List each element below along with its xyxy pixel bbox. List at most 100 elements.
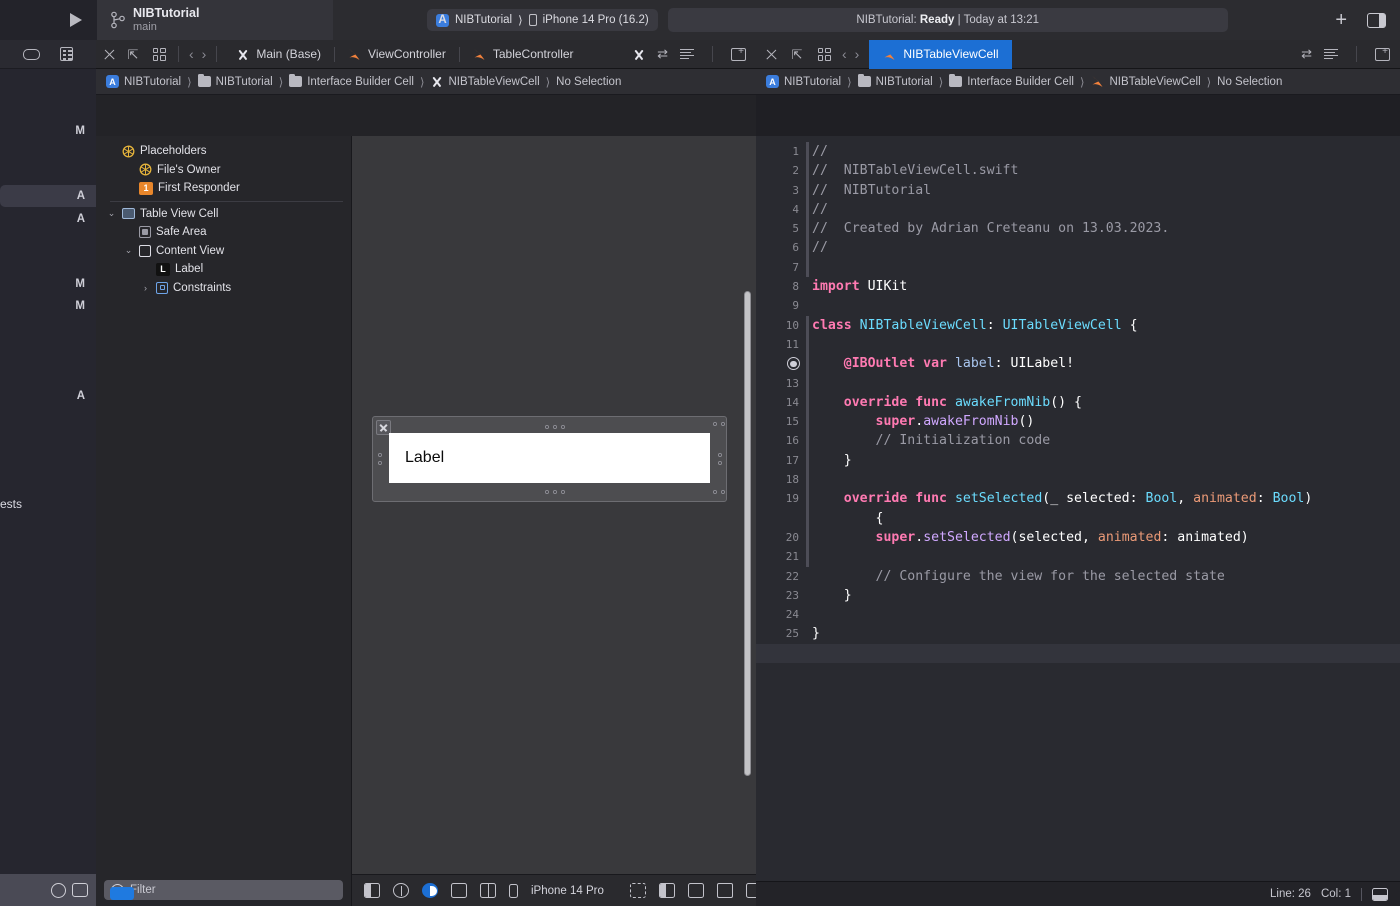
resize-handle[interactable] — [718, 461, 722, 465]
code-line[interactable] — [812, 335, 1400, 354]
bottom-panel-icon[interactable] — [1372, 887, 1388, 901]
cell-content-view[interactable]: Label — [389, 433, 710, 483]
resize-handle[interactable] — [718, 453, 722, 457]
navigator-row-marker[interactable]: M — [0, 273, 96, 295]
ib-canvas[interactable]: Label iPhone 14 Pro — [352, 136, 762, 906]
resize-handle[interactable] — [721, 490, 725, 494]
breadcrumb-item[interactable]: NIBTableViewCell — [448, 76, 539, 88]
minimap-icon[interactable] — [1324, 48, 1338, 60]
code-line[interactable]: } — [812, 451, 1400, 470]
navigator-row-marker[interactable]: A — [0, 185, 96, 207]
assistant-icon[interactable] — [731, 46, 746, 61]
resize-handle[interactable] — [553, 425, 557, 429]
editor-tab[interactable]: ViewController — [334, 40, 459, 69]
code-line[interactable]: // — [812, 238, 1400, 257]
code-line[interactable] — [812, 470, 1400, 489]
destination-selector[interactable]: A NIBTutorial ⟩ iPhone 14 Pro (16.2) — [427, 9, 658, 31]
code-line[interactable] — [812, 296, 1400, 315]
update-frames-icon[interactable] — [629, 883, 646, 898]
code-line[interactable]: // NIBTutorial — [812, 181, 1400, 200]
code-line[interactable]: // Created by Adrian Creteanu on 13.03.2… — [812, 219, 1400, 238]
swap-icon[interactable]: ⇄ — [1301, 46, 1312, 62]
outline-row[interactable]: File's Owner — [96, 161, 351, 180]
code-line[interactable]: } — [812, 624, 1400, 643]
outline-row[interactable]: › Constraints — [96, 279, 351, 298]
code-line[interactable] — [812, 547, 1400, 566]
outline-row[interactable]: ⌄ Content View — [96, 242, 351, 261]
chevron-down-icon[interactable]: ⌄ — [123, 245, 134, 256]
appearance-icon[interactable] — [422, 883, 438, 898]
forward-button[interactable]: › — [198, 46, 211, 62]
code-line[interactable]: super.setSelected(selected, animated: an… — [812, 528, 1400, 547]
add-filter-icon[interactable] — [72, 883, 88, 897]
variants-icon[interactable] — [480, 883, 496, 898]
close-editor-button[interactable] — [96, 48, 122, 61]
resize-handle[interactable] — [721, 422, 725, 426]
device-icon[interactable] — [509, 883, 518, 898]
add-constraints-icon[interactable] — [687, 883, 704, 898]
code-line[interactable]: // NIBTableViewCell.swift — [812, 161, 1400, 180]
resize-handle[interactable] — [553, 490, 557, 494]
back-button[interactable]: ‹ — [838, 46, 851, 62]
lines-icon[interactable] — [680, 48, 694, 60]
outline-row[interactable]: Safe Area — [96, 223, 351, 242]
code-line[interactable]: import UIKit — [812, 277, 1400, 296]
breadcrumb-item[interactable]: No Selection — [1217, 76, 1282, 88]
code-line[interactable] — [812, 374, 1400, 393]
history-icon[interactable] — [51, 882, 66, 898]
outline-row[interactable]: 1 First Responder — [96, 179, 351, 198]
code-line[interactable]: super.awakeFromNib() — [812, 412, 1400, 431]
breadcrumb-item[interactable]: NIBTutorial — [784, 76, 841, 88]
outline-row[interactable]: Placeholders — [96, 142, 351, 161]
rotate-icon[interactable] — [451, 883, 467, 898]
editor-tab[interactable]: NIBTableViewCell — [869, 39, 1012, 69]
resize-handle[interactable] — [561, 425, 565, 429]
resize-handle[interactable] — [545, 490, 549, 494]
breadcrumb-item[interactable]: NIBTutorial — [216, 76, 273, 88]
code-line[interactable] — [812, 605, 1400, 624]
breadcrumb-item[interactable]: NIBTutorial — [124, 76, 181, 88]
code-line[interactable]: // — [812, 200, 1400, 219]
breadcrumb-item[interactable]: NIBTutorial — [876, 76, 933, 88]
swap-icon[interactable]: ⇄ — [657, 46, 668, 62]
filter-input[interactable]: Filter — [104, 880, 343, 900]
storyboard-icon[interactable] — [632, 48, 645, 61]
editor-options-button[interactable] — [146, 47, 172, 61]
code-line[interactable]: { — [812, 509, 1400, 528]
breadcrumb-item[interactable]: Interface Builder Cell — [307, 76, 414, 88]
resolve-issues-icon[interactable] — [716, 883, 733, 898]
code-line[interactable]: override func setSelected(_ selected: Bo… — [812, 489, 1400, 508]
navigator-row-marker[interactable]: A — [0, 208, 96, 230]
activity-status[interactable]: NIBTutorial: Ready | Today at 13:21 — [667, 8, 1228, 32]
align-icon[interactable] — [658, 883, 675, 898]
editor-options-button[interactable] — [810, 47, 838, 61]
code-line[interactable]: } — [812, 586, 1400, 605]
right-panel-icon[interactable] — [1367, 12, 1386, 28]
editor-tab[interactable]: Main (Base) — [223, 40, 334, 69]
device-label[interactable]: iPhone 14 Pro — [531, 885, 604, 897]
code-line[interactable]: // Configure the view for the selected s… — [812, 567, 1400, 586]
outline-row[interactable]: L Label — [96, 260, 351, 279]
expand-editor-button[interactable]: ⇱ — [786, 48, 810, 61]
scheme-selector[interactable]: NIBTutorial main — [97, 0, 333, 40]
expand-editor-button[interactable]: ⇱ — [122, 48, 146, 61]
code-line[interactable]: // Initialization code — [812, 431, 1400, 450]
navigator-row-marker[interactable]: M — [0, 120, 96, 142]
resize-handle[interactable] — [713, 422, 717, 426]
resize-handle[interactable] — [561, 490, 565, 494]
editor-tab[interactable]: TableController — [458, 40, 587, 69]
folder-tab-icon[interactable] — [23, 48, 40, 60]
resize-handle[interactable] — [378, 461, 382, 465]
code-line[interactable]: class NIBTableViewCell: UITableViewCell … — [812, 316, 1400, 335]
resize-handle[interactable] — [545, 425, 549, 429]
resize-handle[interactable] — [713, 490, 717, 494]
forward-button[interactable]: › — [851, 46, 864, 62]
breadcrumb-item[interactable]: NIBTableViewCell — [1109, 76, 1200, 88]
code-content[interactable]: // // NIBTableViewCell.swift // NIBTutoria… — [812, 136, 1400, 881]
table-view-cell-object[interactable]: Label — [372, 416, 727, 502]
run-button[interactable] — [55, 0, 97, 40]
chevron-right-icon[interactable]: › — [140, 283, 151, 293]
breadcrumb-item[interactable]: No Selection — [556, 76, 621, 88]
outline-row[interactable]: ⌄ Table View Cell — [96, 205, 351, 224]
code-line[interactable]: override func awakeFromNib() { — [812, 393, 1400, 412]
